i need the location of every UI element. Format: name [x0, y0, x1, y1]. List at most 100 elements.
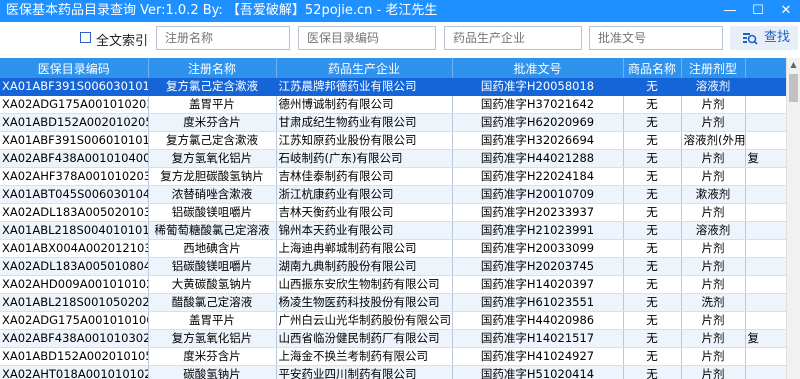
table-cell[interactable]: 片剂	[681, 257, 746, 276]
table-cell[interactable]: XA01ABF391S006030101427	[0, 78, 149, 96]
table-cell[interactable]: 无	[623, 95, 682, 114]
code-input[interactable]	[298, 26, 436, 50]
table-cell[interactable]: 复方氯己定含漱液	[148, 131, 277, 150]
table-cell[interactable]: XA02ADG175A001010203941	[0, 95, 149, 114]
table-cell[interactable]	[745, 167, 786, 186]
table-cell[interactable]: 复	[745, 149, 786, 168]
table-cell[interactable]	[745, 78, 786, 96]
table-cell[interactable]	[745, 293, 786, 312]
table-cell[interactable]: XA02AHT018A001010102381	[0, 365, 149, 379]
table-cell[interactable]: 无	[623, 239, 682, 258]
company-input[interactable]	[444, 26, 582, 50]
table-cell[interactable]: XA02ADL183A005020103006	[0, 203, 149, 222]
table-cell[interactable]: 国药准字H14020397	[452, 275, 624, 294]
table-cell[interactable]: 无	[623, 203, 682, 222]
search-button[interactable]: 查找	[730, 26, 798, 50]
scroll-up-icon[interactable]: ▲	[787, 58, 800, 72]
table-cell[interactable]: 无	[623, 185, 682, 204]
table-cell[interactable]: 无	[623, 365, 682, 379]
table-cell[interactable]: XA02ADL183A005010804942	[0, 257, 149, 276]
table-row[interactable]: XA02ABF438A001010400322复方氢氧化铝片石岐制药(广东)有限…	[0, 149, 786, 168]
table-cell[interactable]: XA01ABX004A002012103034	[0, 239, 149, 258]
table-cell[interactable]	[745, 311, 786, 330]
table-row[interactable]: XA02ADL183A005020103006铝碳酸镁咀嚼片吉林天衡药业有限公司…	[0, 203, 786, 222]
table-cell[interactable]: 甘肃成纪生物药业有限公司	[276, 113, 453, 132]
table-cell[interactable]: 无	[623, 113, 682, 132]
table-cell[interactable]: 漱液剂	[681, 185, 746, 204]
column-header[interactable]: 注册名称	[148, 58, 277, 78]
table-cell[interactable]: 无	[623, 131, 682, 150]
table-cell[interactable]: 复方氢氧化铝片	[148, 329, 277, 348]
table-cell[interactable]: 国药准字H37021642	[452, 95, 624, 114]
table-row[interactable]: XA01ABD152A002010205889度米芬含片甘肃成纪生物药业有限公司…	[0, 113, 786, 132]
table-cell[interactable]: 吉林佳泰制药有限公司	[276, 167, 453, 186]
table-cell[interactable]: 杨凌生物医药科技股份有限公司	[276, 293, 453, 312]
maximize-button[interactable]: ☐	[744, 0, 772, 22]
table-cell[interactable]: 片剂	[681, 311, 746, 330]
table-cell[interactable]: XA01ABL218S004010101191	[0, 221, 149, 240]
table-cell[interactable]: 片剂	[681, 167, 746, 186]
column-header[interactable]: 医保目录编码	[0, 58, 149, 78]
table-cell[interactable]	[745, 257, 786, 276]
table-row[interactable]: XA02ABF438A001010302933复方氢氧化铝片山西省临汾健民制药厂…	[0, 329, 786, 348]
table-cell[interactable]: 山西省临汾健民制药厂有限公司	[276, 329, 453, 348]
table-row[interactable]: XA01ABL218S001050202396醋酸氯己定溶液杨凌生物医药科技股份…	[0, 293, 786, 312]
table-cell[interactable]: 复	[745, 329, 786, 348]
table-row[interactable]: XA02AHT018A001010102381碳酸氢钠片平安药业四川制药有限公司…	[0, 365, 786, 379]
table-cell[interactable]: 山西振东安欣生物制药有限公司	[276, 275, 453, 294]
table-cell[interactable]: 片剂	[681, 347, 746, 366]
table-cell[interactable]: 溶液剂(外用)	[681, 131, 746, 150]
table-row[interactable]: XA02ADG175A001010100372盖胃平片广州白云山光华制药股份有限…	[0, 311, 786, 330]
table-cell[interactable]: 溶液剂	[681, 78, 746, 96]
table-cell[interactable]: 大黄碳酸氢钠片	[148, 275, 277, 294]
table-cell[interactable]: XA01ABT045S006030104642	[0, 185, 149, 204]
table-cell[interactable]: 西地碘含片	[148, 239, 277, 258]
table-cell[interactable]: 国药准字H51020414	[452, 365, 624, 379]
approval-input[interactable]	[589, 26, 723, 50]
column-header[interactable]: 注册剂型	[681, 58, 746, 78]
table-cell[interactable]	[745, 239, 786, 258]
column-header[interactable]: 批准文号	[452, 58, 624, 78]
table-cell[interactable]	[745, 131, 786, 150]
table-cell[interactable]: 片剂	[681, 149, 746, 168]
scroll-thumb[interactable]	[789, 74, 798, 102]
table-cell[interactable]	[745, 203, 786, 222]
table-cell[interactable]: XA01ABD152A002010105059	[0, 347, 149, 366]
table-cell[interactable]: 片剂	[681, 113, 746, 132]
table-cell[interactable]: 片剂	[681, 329, 746, 348]
table-cell[interactable]: 复方氢氧化铝片	[148, 149, 277, 168]
table-cell[interactable]: XA01ABD152A002010205889	[0, 113, 149, 132]
table-cell[interactable]: 国药准字H20033099	[452, 239, 624, 258]
table-cell[interactable]: 平安药业四川制药有限公司	[276, 365, 453, 379]
table-cell[interactable]: 无	[623, 311, 682, 330]
table-cell[interactable]	[745, 347, 786, 366]
table-cell[interactable]	[745, 221, 786, 240]
table-row[interactable]: XA02ADL183A005010804942铝碳酸镁咀嚼片湖南九典制药股份有限…	[0, 257, 786, 276]
table-cell[interactable]	[745, 185, 786, 204]
table-cell[interactable]	[745, 275, 786, 294]
table-cell[interactable]: 溶液剂	[681, 221, 746, 240]
table-row[interactable]: XA01ABF391S006030101427复方氯己定含漱液江苏晨牌邦德药业有…	[0, 78, 786, 96]
table-cell[interactable]: 国药准字H21023991	[452, 221, 624, 240]
table-cell[interactable]: XA02AHD009A001010102967	[0, 275, 149, 294]
fulltext-checkbox[interactable]	[80, 32, 91, 43]
table-cell[interactable]: XA02ABF438A001010400322	[0, 149, 149, 168]
table-row[interactable]: XA02ADG175A001010203941盖胃平片德州博诚制药有限公司国药准…	[0, 95, 786, 114]
table-cell[interactable]: 浙江杭康药业有限公司	[276, 185, 453, 204]
table-cell[interactable]: 度米芬含片	[148, 347, 277, 366]
table-cell[interactable]	[745, 95, 786, 114]
table-cell[interactable]: XA01ABL218S001050202396	[0, 293, 149, 312]
table-cell[interactable]: XA02AHF378A001010203422	[0, 167, 149, 186]
table-cell[interactable]: 浓替硝唑含漱液	[148, 185, 277, 204]
table-cell[interactable]: 醋酸氯己定溶液	[148, 293, 277, 312]
table-cell[interactable]: 铝碳酸镁咀嚼片	[148, 257, 277, 276]
table-cell[interactable]: 国药准字H61023551	[452, 293, 624, 312]
table-cell[interactable]: 片剂	[681, 365, 746, 379]
table-cell[interactable]: 国药准字H44020986	[452, 311, 624, 330]
table-cell[interactable]	[745, 365, 786, 379]
table-cell[interactable]: 江苏晨牌邦德药业有限公司	[276, 78, 453, 96]
table-row[interactable]: XA02AHF378A001010203422复方龙胆碳酸氢钠片吉林佳泰制药有限…	[0, 167, 786, 186]
table-cell[interactable]: 无	[623, 167, 682, 186]
table-cell[interactable]: 江苏知原药业股份有限公司	[276, 131, 453, 150]
table-cell[interactable]: 无	[623, 329, 682, 348]
